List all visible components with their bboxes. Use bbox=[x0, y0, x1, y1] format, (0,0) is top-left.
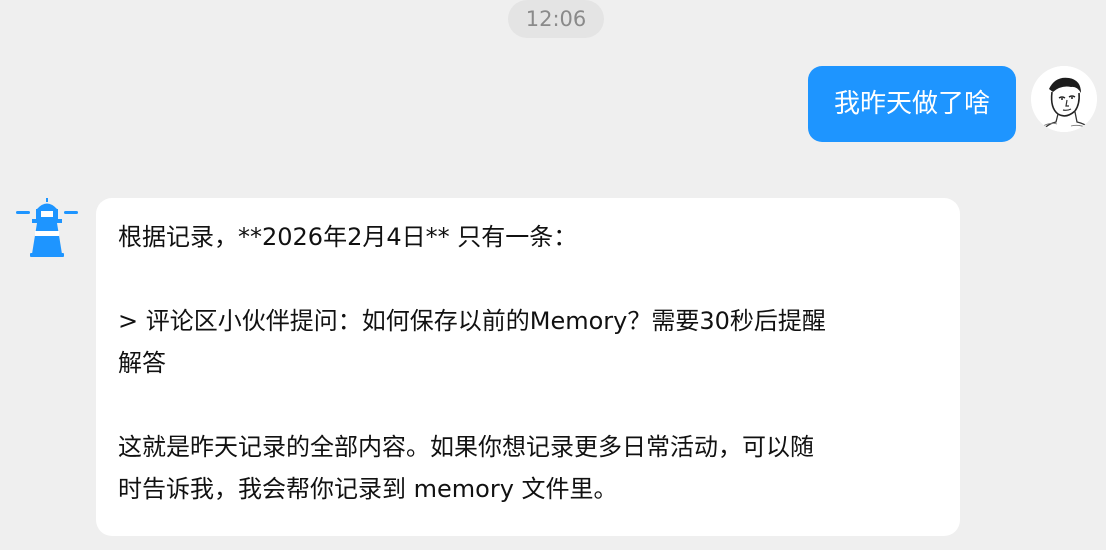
bot-avatar[interactable] bbox=[14, 198, 80, 264]
timestamp-pill: 12:06 bbox=[508, 0, 604, 38]
bot-message-line-summary: 根据记录，**2026年2月4日** 只有一条： bbox=[118, 223, 578, 251]
bot-message-bubble: 根据记录，**2026年2月4日** 只有一条： > 评论区小伙伴提问：如何保存… bbox=[96, 198, 960, 536]
bot-message-line-closing-cont: 时告诉我，我会帮你记录到 memory 文件里。 bbox=[118, 475, 618, 503]
user-avatar[interactable] bbox=[1031, 66, 1097, 132]
user-message-text: 我昨天做了啥 bbox=[833, 89, 990, 119]
bot-message-line-quote: > 评论区小伙伴提问：如何保存以前的Memory？需要30秒后提醒 bbox=[118, 307, 826, 335]
chat-window: 12:06 我昨天做了啥 根据记录，**2026年2月4日** 只有一条： > … bbox=[0, 0, 1106, 550]
bot-message-line-closing: 这就是昨天记录的全部内容。如果你想记录更多日常活动，可以随 bbox=[118, 433, 814, 461]
user-message-bubble[interactable]: 我昨天做了啥 bbox=[808, 66, 1016, 142]
sketch-portrait-icon bbox=[1031, 66, 1097, 132]
bot-message-line-quote-cont: 解答 bbox=[118, 349, 166, 377]
timestamp-text: 12:06 bbox=[525, 7, 587, 31]
lighthouse-icon bbox=[16, 198, 78, 257]
